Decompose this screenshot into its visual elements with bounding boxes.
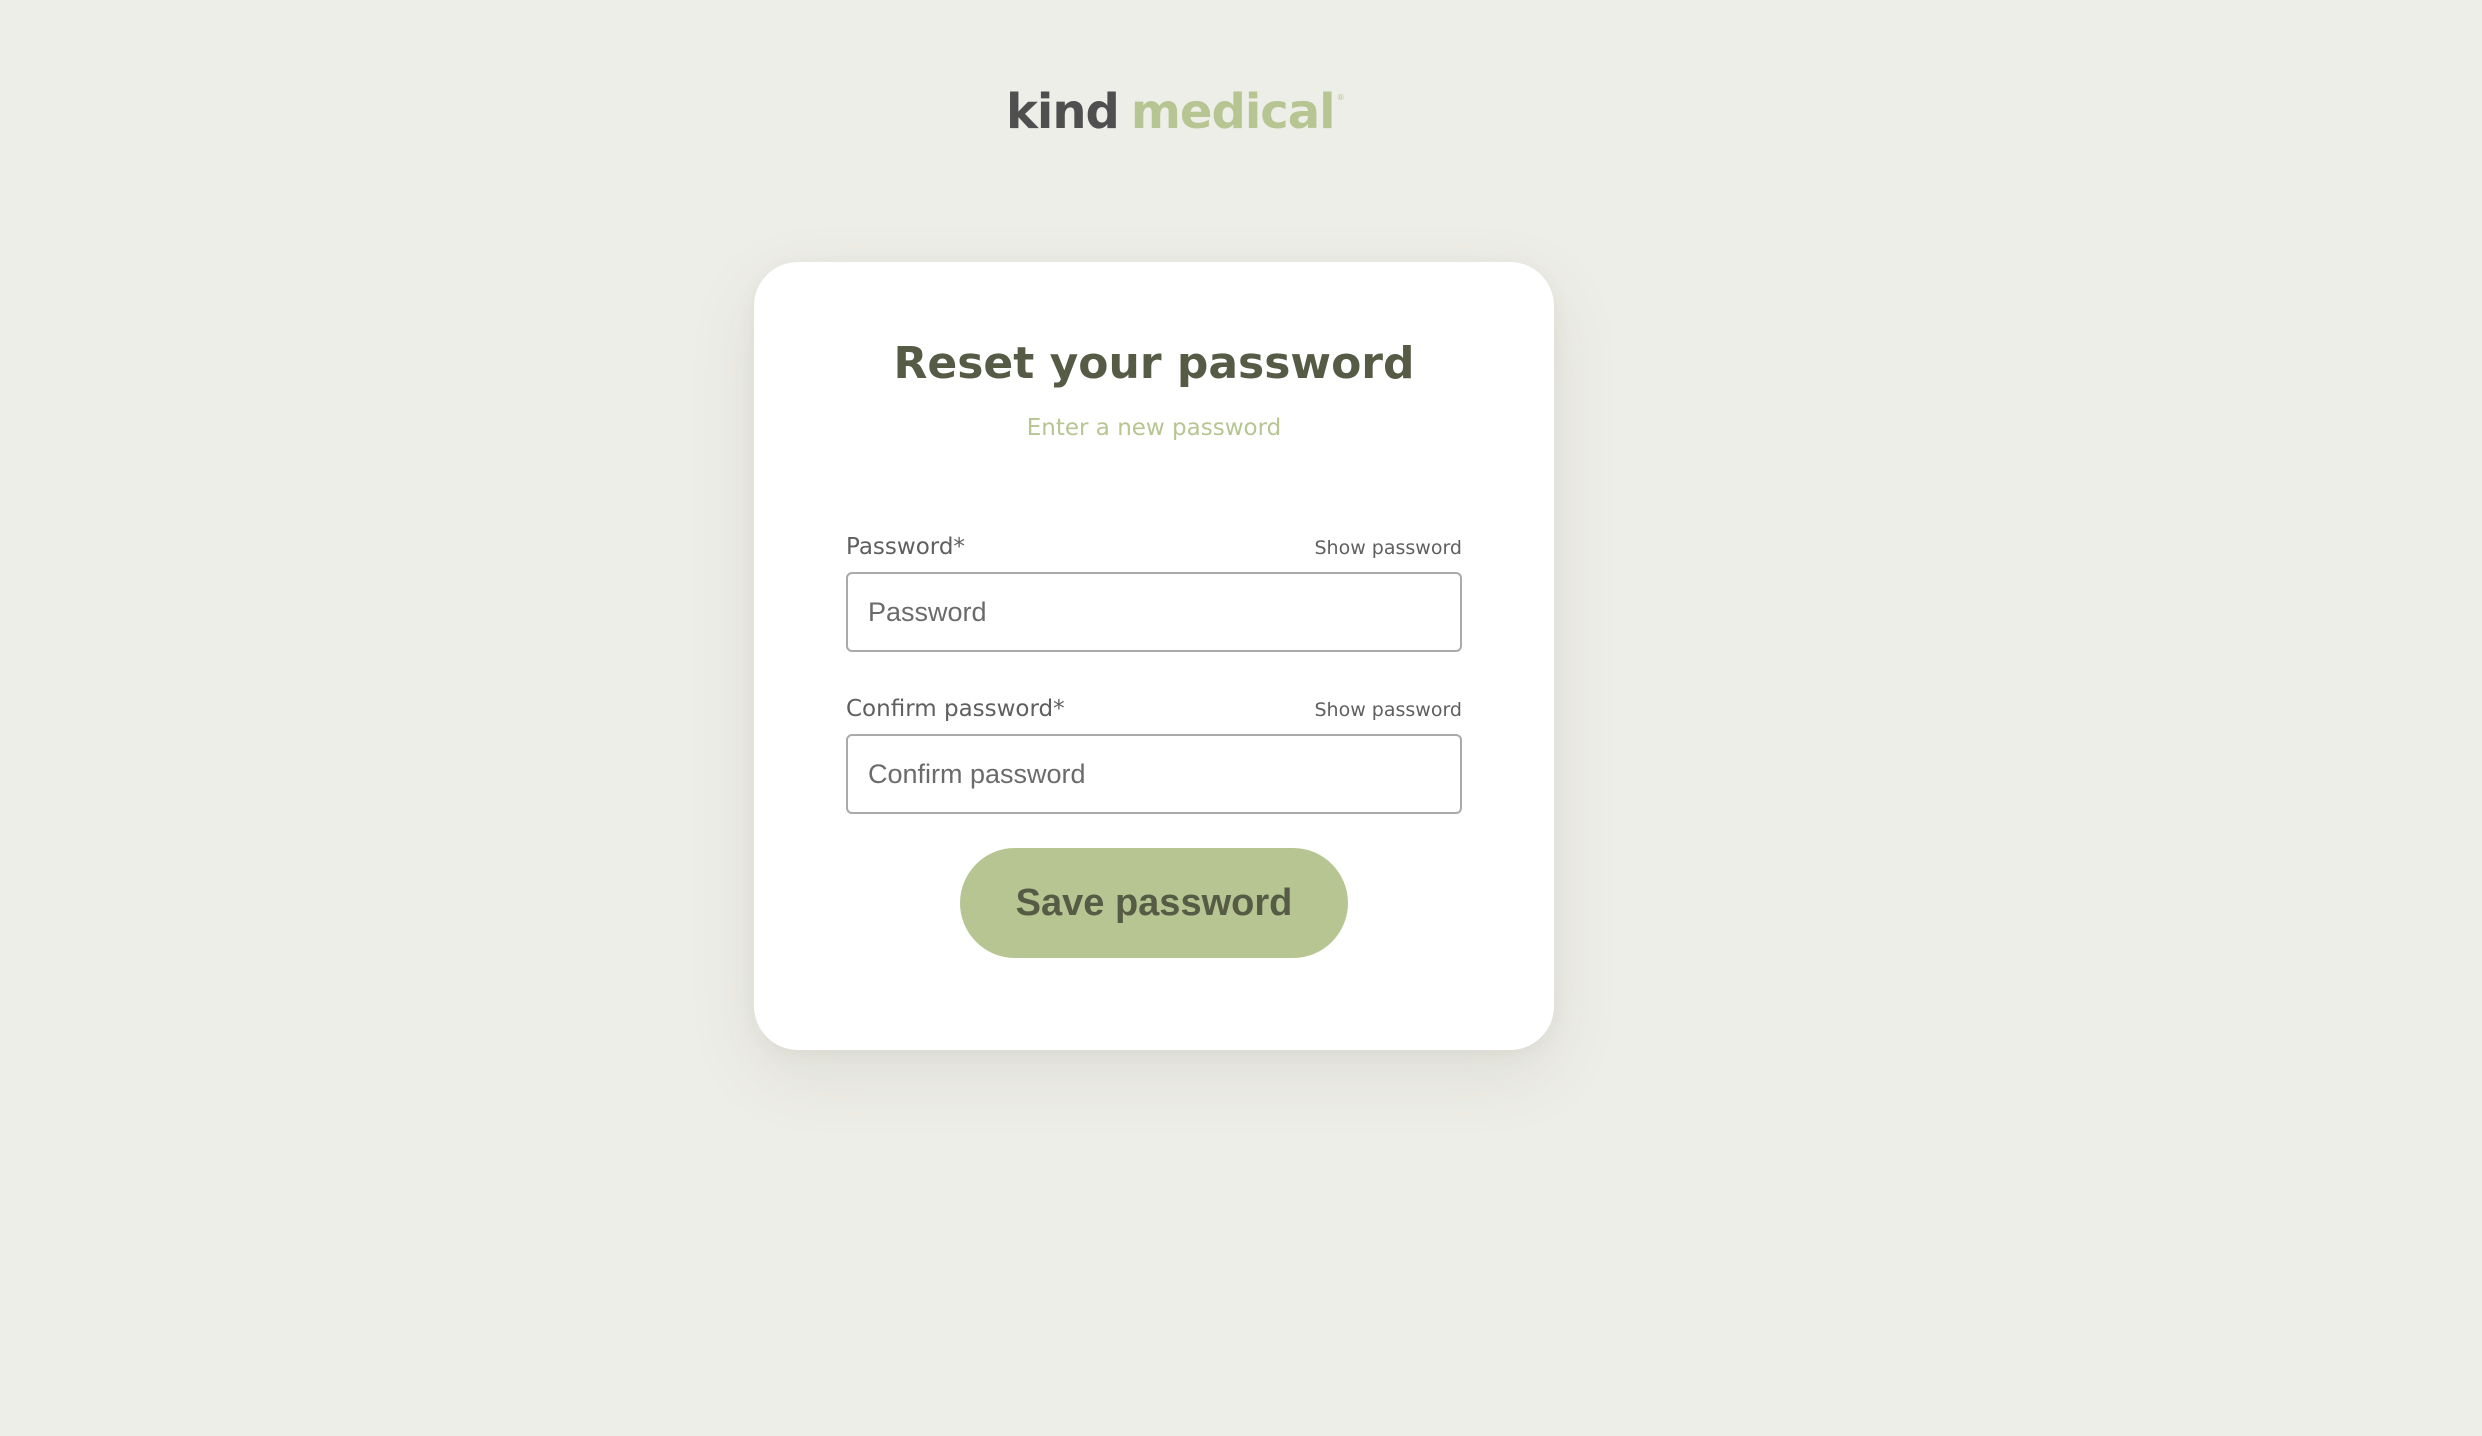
logo-kind-text: kind [1006,84,1120,140]
logo-registered-mark: ® [1336,93,1345,102]
confirm-password-input[interactable] [846,734,1462,814]
kind-medical-logo: kind medical ® [1006,82,1345,142]
show-password-toggle[interactable]: Show password [1314,533,1462,563]
page-subtitle: Enter a new password [1026,415,1282,441]
save-password-button[interactable]: Save password [960,848,1348,958]
reset-password-card: Reset your password Enter a new password… [754,262,1554,1050]
page-title: Reset your password [893,338,1415,389]
password-input[interactable] [846,572,1462,652]
show-confirm-password-toggle[interactable]: Show password [1314,695,1462,725]
logo-medical-text: medical [1130,84,1336,140]
confirm-password-label: Confirm password* [846,696,1065,722]
password-label: Password* [846,534,965,560]
